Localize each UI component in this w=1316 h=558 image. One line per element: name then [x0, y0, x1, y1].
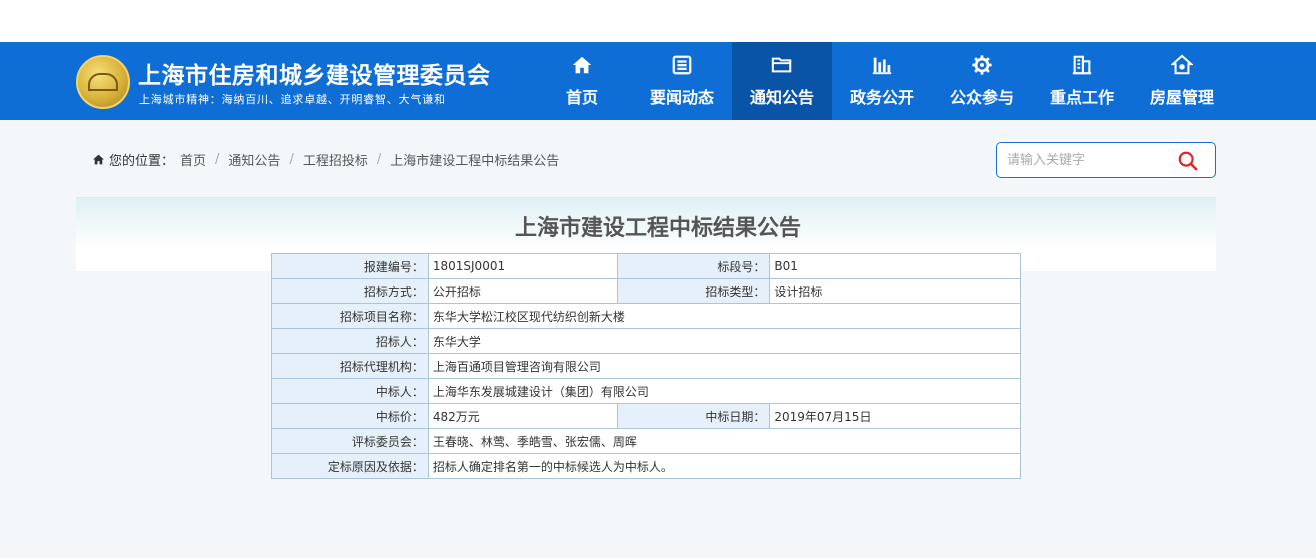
building-icon [1072, 55, 1092, 75]
nav-item-home[interactable]: 首页 [532, 42, 632, 120]
field-label: 招标代理机构： [271, 353, 429, 379]
breadcrumb: 您的位置： 首页 / 通知公告 / 工程招投标 / 上海市建设工程中标结果公告 [92, 150, 559, 169]
house-icon [1171, 54, 1193, 75]
search-box [996, 142, 1216, 178]
nav-label: 要闻动态 [649, 88, 714, 107]
table-row: 招标方式： 公开招标 招标类型： 设计招标 [271, 278, 1021, 304]
field-value: 设计招标 [769, 278, 1021, 304]
site-motto: 上海城市精神：海纳百川、追求卓越、开明睿智、大气谦和 [139, 93, 446, 106]
nav-label: 首页 [565, 88, 598, 107]
site-title[interactable]: 上海市住房和城乡建设管理委员会 [138, 56, 491, 90]
field-value: 482万元 [427, 403, 618, 429]
emblem-logo[interactable] [76, 55, 130, 109]
table-row: 招标代理机构： 上海百通项目管理咨询有限公司 [271, 353, 1022, 379]
breadcrumb-separator: / [289, 152, 294, 167]
nav-label: 重点工作 [1049, 88, 1114, 107]
table-row: 招标项目名称： 东华大学松江校区现代纺织创新大楼 [271, 303, 1022, 329]
field-label: 招标类型： [616, 278, 771, 304]
nav-label: 公众参与 [949, 88, 1014, 107]
breadcrumb-notices[interactable]: 通知公告 [228, 150, 280, 169]
field-label: 中标人： [271, 378, 429, 404]
table-row: 中标价： 482万元 中标日期： 2019年07月15日 [271, 403, 1021, 429]
field-label: 中标价： [271, 403, 429, 429]
table-row: 招标人： 东华大学 [271, 328, 1022, 354]
breadcrumb-separator: / [215, 152, 220, 167]
nav-item-public[interactable]: 公众参与 [932, 42, 1032, 120]
breadcrumb-home[interactable]: 首页 [180, 150, 206, 169]
field-label: 招标项目名称： [271, 303, 429, 329]
nav-label: 政务公开 [849, 88, 914, 107]
field-label: 定标原因及依据： [271, 453, 429, 479]
home-icon [93, 154, 104, 165]
main-nav: 首页 要闻动态 通知公告 政务公开 公众参与 重点工作 房屋管理 [532, 42, 1232, 120]
bid-result-table: 报建编号： 1801SJ0001 标段号： B01 招标方式： 公开招标 招标类… [271, 253, 1022, 479]
breadcrumb-current: 上海市建设工程中标结果公告 [390, 154, 560, 169]
field-value: 东华大学松江校区现代纺织创新大楼 [427, 303, 1022, 329]
field-label: 中标日期： [616, 403, 771, 429]
field-label: 招标人： [271, 328, 429, 354]
breadcrumb-prefix: 您的位置： [109, 154, 175, 169]
nav-item-key-work[interactable]: 重点工作 [1032, 42, 1132, 120]
field-value: B01 [769, 253, 1021, 279]
search-input[interactable] [1007, 151, 1167, 169]
nav-item-notices[interactable]: 通知公告 [732, 42, 832, 120]
field-value: 公开招标 [427, 278, 618, 304]
nav-item-housing[interactable]: 房屋管理 [1132, 42, 1232, 120]
nav-item-news[interactable]: 要闻动态 [632, 42, 732, 120]
field-value: 1801SJ0001 [427, 253, 618, 279]
top-blank-bar [0, 0, 1316, 42]
gear-icon [972, 55, 992, 75]
breadcrumb-separator: / [376, 152, 382, 167]
field-value: 东华大学 [427, 328, 1022, 354]
field-value: 2019年07月15日 [769, 403, 1021, 429]
table-row: 评标委员会： 王春晓、林莺、季皓雪、张宏儒、周晖 [271, 428, 1022, 454]
table-row: 中标人： 上海华东发展城建设计（集团）有限公司 [271, 378, 1022, 404]
table-row: 报建编号： 1801SJ0001 标段号： B01 [271, 253, 1021, 279]
field-value: 王春晓、林莺、季皓雪、张宏儒、周晖 [427, 428, 1022, 454]
home-icon [572, 56, 592, 74]
field-value: 招标人确定排名第一的中标候选人为中标人。 [427, 453, 1022, 479]
field-label: 报建编号： [271, 253, 429, 279]
field-label: 评标委员会： [271, 428, 429, 454]
breadcrumb-tendering[interactable]: 工程招投标 [303, 150, 368, 169]
field-value: 上海华东发展城建设计（集团）有限公司 [427, 378, 1022, 404]
nav-item-gov-affairs[interactable]: 政务公开 [832, 42, 932, 120]
news-icon [672, 55, 692, 75]
search-icon[interactable] [1177, 150, 1199, 172]
article-title: 上海市建设工程中标结果公告 [514, 215, 801, 241]
field-label: 标段号： [616, 253, 771, 279]
nav-label: 房屋管理 [1149, 88, 1214, 107]
table-row: 定标原因及依据： 招标人确定排名第一的中标候选人为中标人。 [271, 453, 1022, 479]
field-value: 上海百通项目管理咨询有限公司 [427, 353, 1022, 379]
site-header: 上海市住房和城乡建设管理委员会 上海城市精神：海纳百川、追求卓越、开明睿智、大气… [0, 42, 1316, 120]
field-label: 招标方式： [271, 278, 429, 304]
folder-icon [771, 57, 792, 73]
chart-icon [872, 57, 892, 75]
nav-label: 通知公告 [749, 88, 814, 107]
